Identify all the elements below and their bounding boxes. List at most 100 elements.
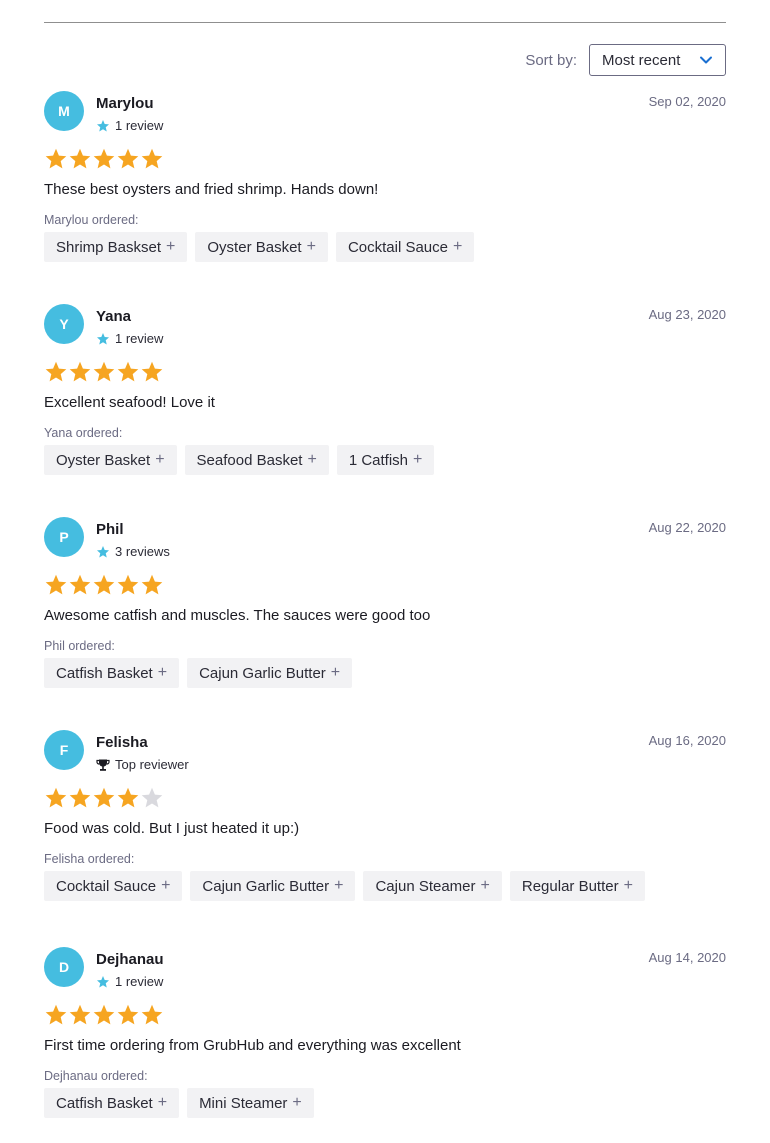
star-icon xyxy=(96,975,110,989)
menu-item-label: Catfish Basket xyxy=(56,1094,153,1112)
ordered-items: Shrimp Baskset + Oyster Basket + Cocktail Sa… xyxy=(44,232,482,262)
menu-item-label: Cajun Garlic Butter xyxy=(199,664,326,682)
sort-value: Most recent xyxy=(602,51,681,69)
chevron-down-icon xyxy=(699,53,713,67)
menu-item-label: Catfish Basket xyxy=(56,664,153,682)
star-icon xyxy=(140,1003,164,1027)
reviewer-meta: Top reviewer xyxy=(96,757,189,772)
review-date: Aug 16, 2020 xyxy=(648,733,726,748)
menu-item-chip[interactable]: 1 Catfish + xyxy=(336,445,435,475)
top-divider xyxy=(44,22,726,23)
review-text: These best oysters and fried shrimp. Han… xyxy=(44,181,379,198)
menu-item-chip[interactable]: Cajun Garlic Butter + xyxy=(190,871,356,901)
star-icon xyxy=(92,147,116,171)
menu-item-label: 1 Catfish xyxy=(348,451,409,469)
menu-item-chip[interactable]: Cocktail Sauce + xyxy=(335,232,475,262)
star-icon xyxy=(116,1003,140,1027)
star-icon xyxy=(68,360,92,384)
reviewer-meta-text: 1 review xyxy=(115,118,164,133)
menu-item-chip[interactable]: Cajun Garlic Butter + xyxy=(187,658,353,688)
star-icon xyxy=(92,786,116,810)
star-icon xyxy=(92,1003,116,1027)
star-icon xyxy=(116,147,140,171)
star-icon xyxy=(140,786,164,810)
reviewer-name[interactable]: Dejhanau xyxy=(96,951,164,968)
reviewer-meta-text: 1 review xyxy=(115,331,164,346)
review-item: P Phil 3 reviews Aug 22, 2020 Awesome catfis… xyxy=(44,516,726,729)
star-icon xyxy=(68,573,92,597)
menu-item-label: Oyster Basket xyxy=(207,238,302,256)
plus-icon: + xyxy=(306,238,316,255)
plus-icon: + xyxy=(480,877,490,894)
plus-icon: + xyxy=(292,1094,302,1111)
ordered-label: Felisha ordered: xyxy=(44,852,135,866)
ordered-label: Marylou ordered: xyxy=(44,213,139,227)
menu-item-chip[interactable]: Oyster Basket + xyxy=(44,445,177,475)
review-item: D Dejhanau 1 review Aug 14, 2020 First time … xyxy=(44,946,726,1143)
review-text: First time ordering from GrubHub and eve… xyxy=(44,1037,461,1054)
star-icon xyxy=(140,573,164,597)
star-icon xyxy=(44,573,68,597)
star-icon xyxy=(96,545,110,559)
star-icon xyxy=(92,573,116,597)
reviewer-meta-text: 1 review xyxy=(115,974,164,989)
sort-select[interactable]: Most recent xyxy=(589,44,726,76)
review-text: Excellent seafood! Love it xyxy=(44,394,215,411)
star-icon xyxy=(44,147,68,171)
ordered-items: Catfish Basket + Cajun Garlic Butter + xyxy=(44,658,360,688)
star-icon xyxy=(44,786,68,810)
review-date: Aug 22, 2020 xyxy=(648,520,726,535)
plus-icon: + xyxy=(161,877,171,894)
star-rating xyxy=(44,147,164,171)
menu-item-chip[interactable]: Catfish Basket + xyxy=(44,1088,180,1118)
plus-icon: + xyxy=(307,451,317,468)
avatar: F xyxy=(44,730,84,770)
star-icon xyxy=(68,147,92,171)
star-icon xyxy=(116,786,140,810)
menu-item-chip[interactable]: Catfish Basket + xyxy=(44,658,180,688)
review-list: M Marylou 1 review Sep 02, 2020 These best o… xyxy=(44,90,726,1143)
star-icon xyxy=(68,1003,92,1027)
review-text: Awesome catfish and muscles. The sauces … xyxy=(44,607,431,624)
menu-item-label: Cajun Steamer xyxy=(375,877,476,895)
menu-item-chip[interactable]: Cajun Steamer + xyxy=(363,871,502,901)
plus-icon: + xyxy=(157,664,168,681)
star-icon xyxy=(140,147,164,171)
menu-item-chip[interactable]: Oyster Basket + xyxy=(195,232,328,262)
reviewer-name[interactable]: Felisha xyxy=(96,734,148,751)
review-date: Aug 23, 2020 xyxy=(648,307,726,322)
reviewer-meta-text: Top reviewer xyxy=(115,757,189,772)
plus-icon: + xyxy=(453,238,463,255)
reviewer-name[interactable]: Marylou xyxy=(96,95,154,112)
menu-item-label: Cocktail Sauce xyxy=(347,238,448,256)
star-icon xyxy=(96,119,110,133)
menu-item-chip[interactable]: Seafood Basket + xyxy=(184,445,329,475)
menu-item-chip[interactable]: Mini Steamer + xyxy=(187,1088,314,1118)
reviewer-name[interactable]: Yana xyxy=(96,308,131,325)
review-date: Sep 02, 2020 xyxy=(648,94,726,109)
review-item: Y Yana 1 review Aug 23, 2020 Excellent seafo… xyxy=(44,303,726,516)
menu-item-label: Oyster Basket xyxy=(56,451,151,469)
menu-item-label: Seafood Basket xyxy=(196,451,303,469)
reviewer-name[interactable]: Phil xyxy=(96,521,124,538)
sort-bar: Sort by: Most recent xyxy=(525,44,726,76)
avatar: M xyxy=(44,91,84,131)
plus-icon: + xyxy=(155,451,165,468)
ordered-label: Phil ordered: xyxy=(44,639,115,653)
ordered-items: Oyster Basket + Seafood Basket +1 Catfish + xyxy=(44,445,442,475)
menu-item-chip[interactable]: Regular Butter + xyxy=(509,871,645,901)
menu-item-chip[interactable]: Shrimp Baskset + xyxy=(44,232,188,262)
plus-icon: + xyxy=(413,451,423,468)
plus-icon: + xyxy=(157,1094,168,1111)
star-rating xyxy=(44,573,164,597)
star-icon xyxy=(116,360,140,384)
trophy-icon xyxy=(96,758,110,772)
avatar: P xyxy=(44,517,84,557)
avatar: Y xyxy=(44,304,84,344)
avatar: D xyxy=(44,947,84,987)
star-rating xyxy=(44,786,164,810)
menu-item-chip[interactable]: Cocktail Sauce + xyxy=(44,871,183,901)
review-date: Aug 14, 2020 xyxy=(648,950,726,965)
menu-item-label: Cajun Garlic Butter xyxy=(202,877,330,895)
ordered-items: Cocktail Sauce + Cajun Garlic Butter + Cajun… xyxy=(44,871,653,901)
